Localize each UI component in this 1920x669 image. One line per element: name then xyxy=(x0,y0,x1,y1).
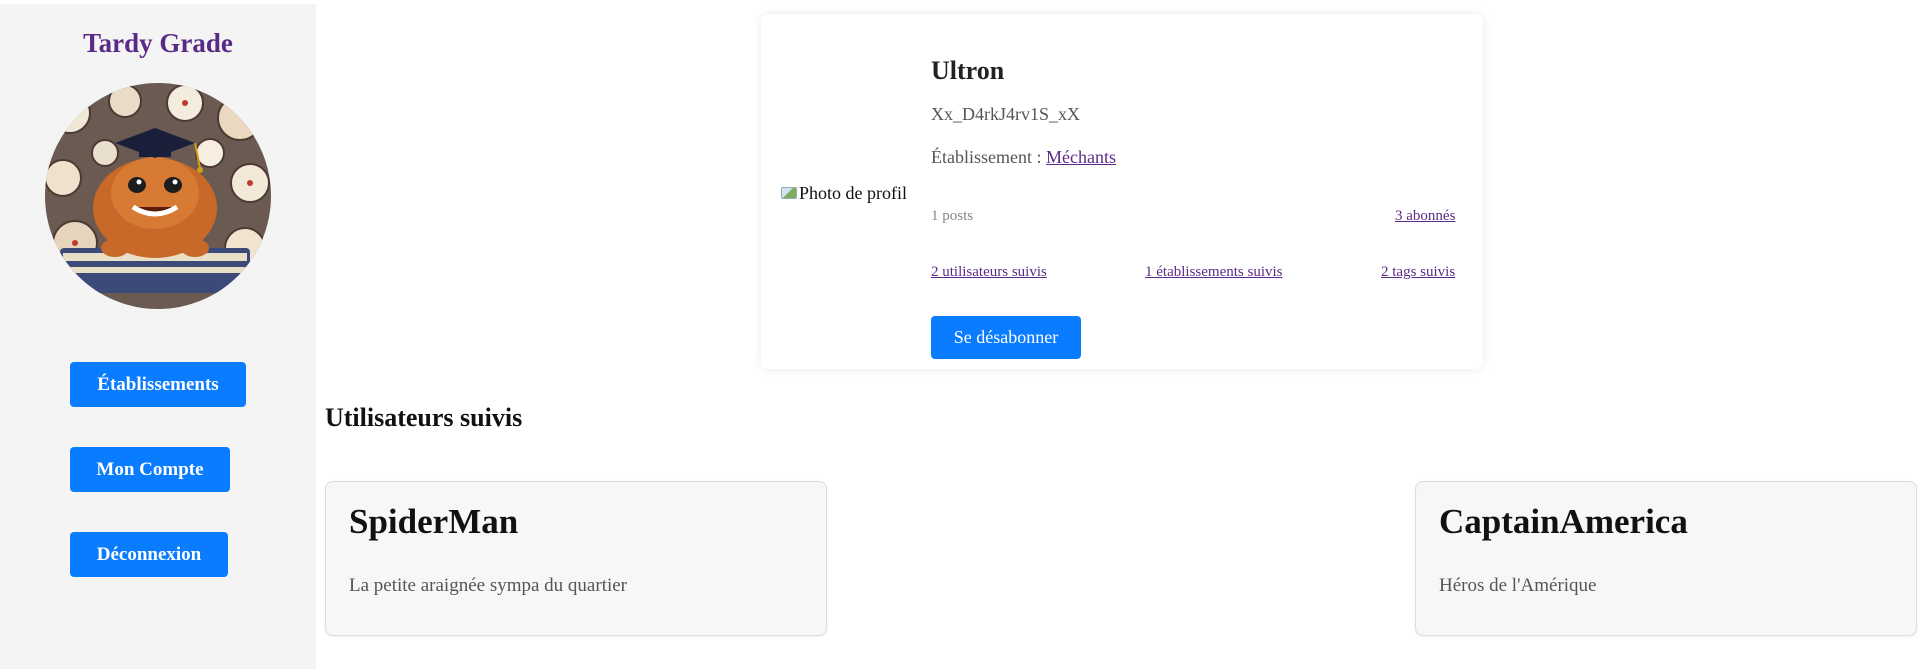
user-card[interactable]: CaptainAmerica Héros de l'Amérique xyxy=(1415,481,1917,636)
profile-etablissement: Établissement : Méchants xyxy=(931,147,1116,168)
deconnexion-button[interactable]: Déconnexion xyxy=(70,532,228,577)
sidebar: Tardy Grade Établissements Mon Compte Dé… xyxy=(0,4,316,669)
tardigrade-logo-icon xyxy=(45,83,271,309)
broken-image-icon xyxy=(781,187,797,199)
profile-name: Ultron xyxy=(931,56,1005,85)
mon-compte-button[interactable]: Mon Compte xyxy=(70,447,230,492)
user-card-name: CaptainAmerica xyxy=(1439,502,1688,541)
followed-etablissements-link[interactable]: 1 établissements suivis xyxy=(1145,264,1283,281)
brand-title: Tardy Grade xyxy=(83,28,233,58)
etablissements-button[interactable]: Établissements xyxy=(70,362,246,407)
profile-card: Photo de profil Ultron Xx_D4rkJ4rv1S_xX … xyxy=(761,14,1483,369)
followers-link[interactable]: 3 abonnés xyxy=(1395,208,1455,225)
logo-avatar xyxy=(45,83,271,309)
etablissement-label: Établissement : xyxy=(931,147,1046,167)
followed-users-link[interactable]: 2 utilisateurs suivis xyxy=(931,264,1047,281)
posts-count: 1 posts xyxy=(931,208,974,224)
followed-users-title: Utilisateurs suivis xyxy=(325,403,523,432)
profile-photo-alt: Photo de profil xyxy=(799,182,907,203)
followed-tags-link[interactable]: 2 tags suivis xyxy=(1381,264,1455,281)
user-card[interactable]: SpiderMan La petite araignée sympa du qu… xyxy=(325,481,827,636)
profile-photo: Photo de profil xyxy=(781,182,910,204)
user-card-description: Héros de l'Amérique xyxy=(1439,575,1597,596)
user-card-name: SpiderMan xyxy=(349,502,519,541)
profile-handle: Xx_D4rkJ4rv1S_xX xyxy=(931,104,1081,124)
unsubscribe-button[interactable]: Se désabonner xyxy=(931,316,1081,359)
user-card-description: La petite araignée sympa du quartier xyxy=(349,575,628,596)
etablissement-link[interactable]: Méchants xyxy=(1046,147,1116,167)
